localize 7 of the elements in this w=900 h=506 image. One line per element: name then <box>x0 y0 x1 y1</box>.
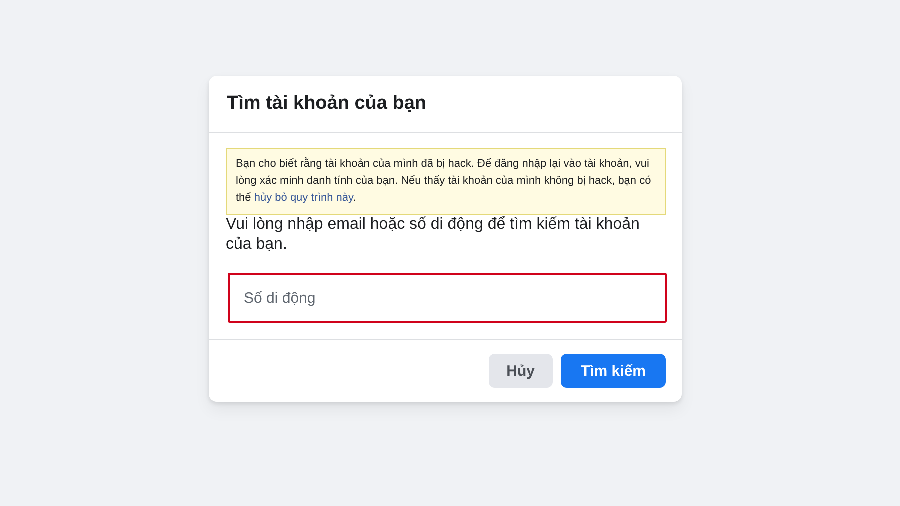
notice-text: Bạn cho biết rằng tài khoản của mình đã bị hack. Để đăng nhập lại vào tài khoản, vui lòng xác minh danh tính của bạn. Nếu thấy tài khoản của mình không bị hack, bạn có thể hủy bỏ quy trình này. <box>226 148 666 215</box>
search-button[interactable]: Tìm kiếm <box>560 354 666 388</box>
cancel-button[interactable]: Hủy <box>488 354 553 388</box>
instruction-text: Vui lòng nhập email hoặc số di động để tìm kiếm tài khoản của bạn. <box>226 215 641 255</box>
phone-field[interactable]: Số di động <box>228 273 667 323</box>
dialog-title: Tìm tài khoản của bạn <box>227 93 427 115</box>
cancel-process-link[interactable]: hủy bỏ quy trình này <box>254 192 354 204</box>
